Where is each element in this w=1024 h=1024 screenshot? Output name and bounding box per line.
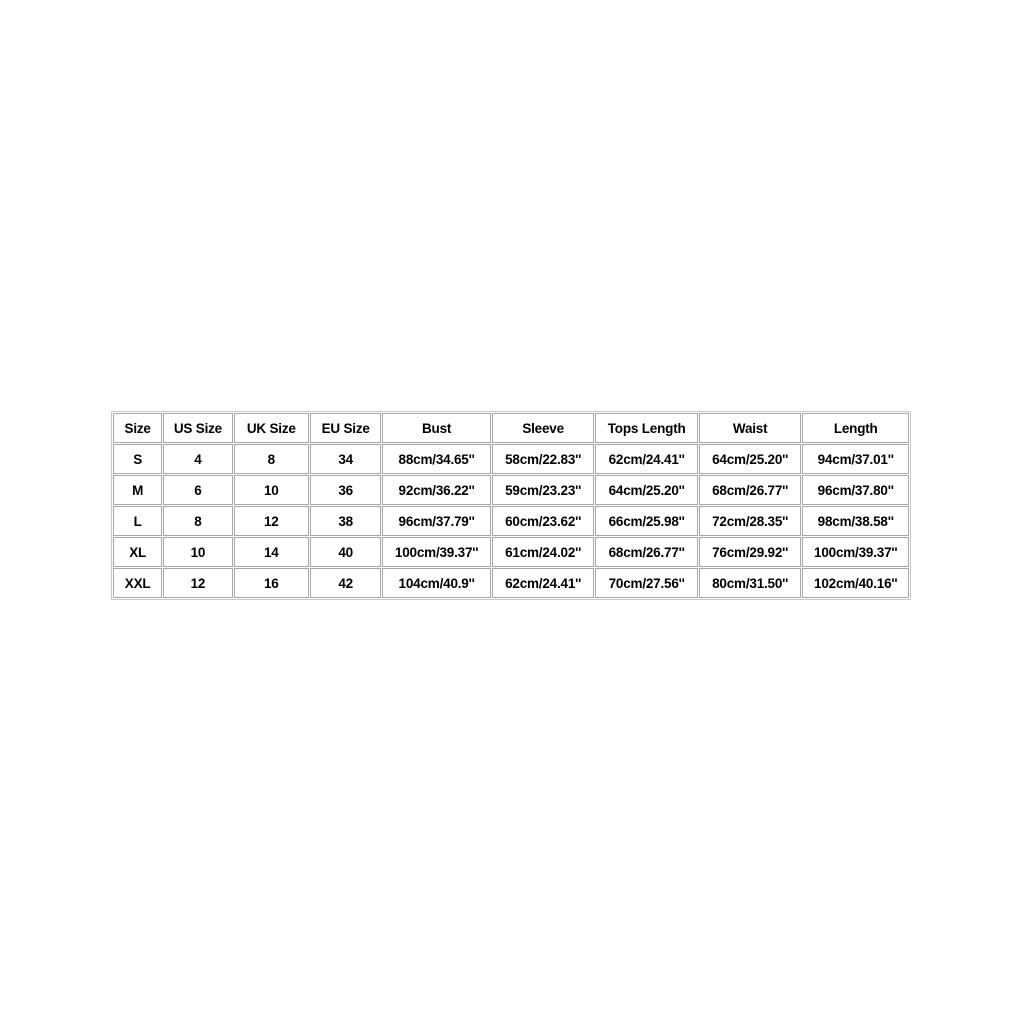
cell-uk-size: 14 [233, 537, 309, 567]
column-header-uk-size: UK Size [233, 413, 309, 443]
column-header-waist: Waist [698, 413, 802, 443]
cell-sleeve: 59cm/23.23'' [491, 475, 595, 505]
cell-us-size: 4 [163, 444, 233, 474]
cell-uk-size: 10 [233, 475, 309, 505]
table-row: XXL 12 16 42 104cm/40.9'' 62cm/24.41'' 7… [113, 568, 909, 598]
column-header-sleeve: Sleeve [491, 413, 595, 443]
cell-waist: 68cm/26.77'' [698, 475, 802, 505]
cell-tops-length: 66cm/25.98'' [595, 506, 698, 536]
cell-sleeve: 61cm/24.02'' [491, 537, 595, 567]
cell-waist: 64cm/25.20'' [698, 444, 802, 474]
cell-us-size: 10 [163, 537, 233, 567]
cell-size: M [113, 475, 163, 505]
column-header-length: Length [802, 413, 909, 443]
cell-tops-length: 70cm/27.56'' [595, 568, 698, 598]
cell-uk-size: 16 [233, 568, 309, 598]
table-row: XL 10 14 40 100cm/39.37'' 61cm/24.02'' 6… [113, 537, 909, 567]
cell-eu-size: 42 [309, 568, 382, 598]
cell-bust: 104cm/40.9'' [382, 568, 491, 598]
cell-uk-size: 12 [233, 506, 309, 536]
cell-size: XXL [113, 568, 163, 598]
cell-waist: 80cm/31.50'' [698, 568, 802, 598]
column-header-us-size: US Size [163, 413, 233, 443]
cell-size: S [113, 444, 163, 474]
table-row: L 8 12 38 96cm/37.79'' 60cm/23.62'' 66cm… [113, 506, 909, 536]
size-chart-body: S 4 8 34 88cm/34.65'' 58cm/22.83'' 62cm/… [113, 444, 909, 598]
cell-bust: 88cm/34.65'' [382, 444, 491, 474]
size-chart-container: Size US Size UK Size EU Size Bust Sleeve… [111, 411, 911, 600]
cell-length: 100cm/39.37'' [802, 537, 909, 567]
cell-sleeve: 62cm/24.41'' [491, 568, 595, 598]
cell-bust: 92cm/36.22'' [382, 475, 491, 505]
cell-length: 94cm/37.01'' [802, 444, 909, 474]
cell-us-size: 6 [163, 475, 233, 505]
cell-eu-size: 34 [309, 444, 382, 474]
cell-waist: 72cm/28.35'' [698, 506, 802, 536]
size-chart-header: Size US Size UK Size EU Size Bust Sleeve… [113, 413, 909, 443]
cell-sleeve: 58cm/22.83'' [491, 444, 595, 474]
cell-eu-size: 38 [309, 506, 382, 536]
cell-us-size: 8 [163, 506, 233, 536]
table-header-row: Size US Size UK Size EU Size Bust Sleeve… [113, 413, 909, 443]
column-header-tops-length: Tops Length [595, 413, 698, 443]
cell-us-size: 12 [163, 568, 233, 598]
cell-tops-length: 62cm/24.41'' [595, 444, 698, 474]
cell-uk-size: 8 [233, 444, 309, 474]
cell-tops-length: 68cm/26.77'' [595, 537, 698, 567]
cell-bust: 100cm/39.37'' [382, 537, 491, 567]
cell-size: L [113, 506, 163, 536]
cell-tops-length: 64cm/25.20'' [595, 475, 698, 505]
cell-size: XL [113, 537, 163, 567]
column-header-eu-size: EU Size [309, 413, 382, 443]
cell-bust: 96cm/37.79'' [382, 506, 491, 536]
cell-eu-size: 36 [309, 475, 382, 505]
table-row: S 4 8 34 88cm/34.65'' 58cm/22.83'' 62cm/… [113, 444, 909, 474]
cell-length: 96cm/37.80'' [802, 475, 909, 505]
cell-sleeve: 60cm/23.62'' [491, 506, 595, 536]
size-chart-table: Size US Size UK Size EU Size Bust Sleeve… [111, 411, 911, 600]
cell-waist: 76cm/29.92'' [698, 537, 802, 567]
cell-eu-size: 40 [309, 537, 382, 567]
cell-length: 102cm/40.16'' [802, 568, 909, 598]
table-row: M 6 10 36 92cm/36.22'' 59cm/23.23'' 64cm… [113, 475, 909, 505]
column-header-size: Size [113, 413, 163, 443]
cell-length: 98cm/38.58'' [802, 506, 909, 536]
column-header-bust: Bust [382, 413, 491, 443]
